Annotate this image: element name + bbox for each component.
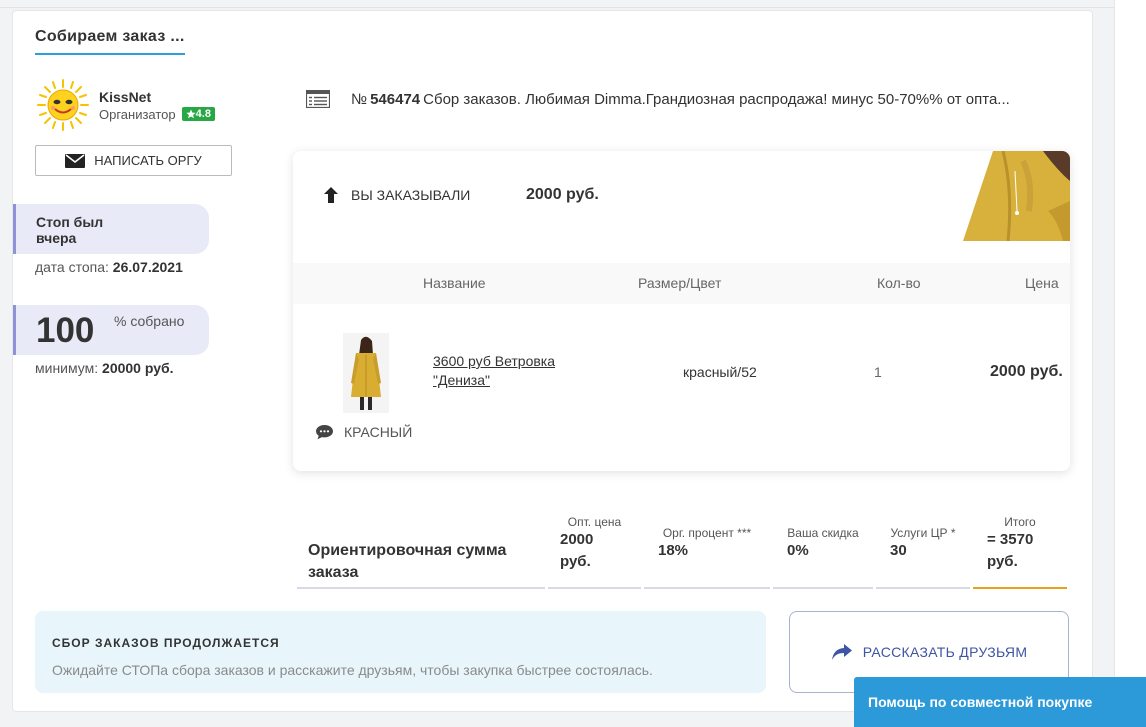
arrow-up-icon	[324, 187, 338, 203]
summary-services-col: Услуги ЦР * 30	[876, 512, 970, 589]
order-number-prefix: №	[351, 90, 368, 108]
org-percent-value: 18%	[658, 542, 689, 559]
minimum-label: минимум:	[35, 360, 99, 376]
progress-pill: 100 % собрано	[13, 305, 209, 355]
minimum-value: 20000 руб.	[102, 360, 174, 376]
order-number: 546474	[370, 90, 421, 108]
list-icon	[306, 90, 330, 108]
star-icon	[186, 109, 196, 119]
rating-badge: 4.8	[181, 107, 215, 121]
stop-date-value: 26.07.2021	[112, 259, 183, 275]
services-value: 30	[890, 542, 907, 559]
order-summary: Ориентировочная сумма заказа Опт. цена 2…	[297, 512, 1067, 589]
order-items-card: ВЫ ЗАКАЗЫВАЛИ 2000 руб. Название Размер/…	[293, 151, 1070, 471]
ordered-label: ВЫ ЗАКАЗЫВАЛИ	[351, 187, 471, 203]
organizer-name[interactable]: KissNet	[99, 89, 215, 105]
organizer-role: Организатор	[99, 106, 176, 122]
order-title-text: Сбор заказов. Любимая Dimma.Грандиозная …	[423, 90, 1010, 108]
product-photo-banner	[963, 151, 1070, 241]
order-title[interactable]: № 546474 Сбор заказов. Любимая Dimma.Гра…	[306, 90, 1076, 108]
collection-notice: СБОР ЗАКАЗОВ ПРОДОЛЖАЕТСЯ Ожидайте СТОПа…	[35, 611, 766, 693]
summary-label-col: Ориентировочная сумма заказа	[297, 512, 545, 589]
stop-date-label: дата стопа:	[35, 259, 109, 275]
organizer-block: KissNet Организатор 4.8	[35, 77, 215, 133]
col-size-header: Размер/Цвет	[638, 275, 722, 291]
ordered-sum: 2000 руб.	[526, 186, 599, 203]
right-sidebar	[1114, 0, 1146, 727]
jacket-thumbnail-icon	[343, 333, 389, 413]
item-comment-text: КРАСНЫЙ	[344, 424, 413, 440]
write-organizer-label: НАПИСАТЬ ОРГУ	[94, 153, 202, 168]
stop-status-pill: Стоп был вчера	[13, 204, 209, 254]
comment-icon	[316, 425, 333, 440]
opt-price-caption: Опт. цена	[567, 515, 622, 529]
col-price-header: Цена	[1025, 275, 1059, 291]
col-name-header: Название	[423, 275, 486, 291]
jacket-photo-icon	[963, 151, 1070, 241]
discount-value: 0%	[787, 542, 809, 559]
item-name-link[interactable]: 3600 руб Ветровка "Дениза"	[433, 352, 603, 390]
organizer-info: KissNet Организатор 4.8	[99, 89, 215, 122]
item-price: 2000 руб.	[990, 363, 1063, 380]
item-comment: КРАСНЫЙ	[315, 424, 412, 440]
progress-value: 100	[36, 311, 95, 350]
summary-discount-col: Ваша скидка 0%	[773, 512, 873, 589]
opt-price-value: 2000 руб.	[560, 531, 594, 570]
discount-caption: Ваша скидка	[787, 526, 859, 540]
notice-title: СБОР ЗАКАЗОВ ПРОДОЛЖАЕТСЯ	[52, 636, 280, 650]
summary-total-col: Итого = 3570 руб.	[973, 512, 1067, 589]
summary-org-col: Орг. процент *** 18%	[644, 512, 770, 589]
item-size: красный/52	[683, 364, 757, 380]
help-button[interactable]: Помощь по совместной покупке	[854, 677, 1146, 727]
ordered-toggle[interactable]: ВЫ ЗАКАЗЫВАЛИ	[321, 185, 470, 205]
stop-date: дата стопа: 26.07.2021	[35, 259, 183, 275]
section-heading: Собираем заказ ...	[35, 28, 185, 55]
envelope-icon	[65, 153, 86, 168]
item-thumbnail[interactable]	[343, 333, 389, 413]
total-value: = 3570 руб.	[987, 531, 1034, 570]
items-table-header: Название Размер/Цвет Кол-во Цена	[293, 263, 1070, 304]
sun-avatar-icon	[37, 79, 89, 131]
rating-value: 4.8	[195, 108, 211, 120]
organizer-role-row: Организатор 4.8	[99, 107, 215, 122]
top-divider	[0, 7, 1146, 8]
total-caption: Итого	[1004, 515, 1036, 529]
share-friends-label: РАССКАЗАТЬ ДРУЗЬЯМ	[862, 644, 1028, 660]
stop-status-text: Стоп был вчера	[36, 214, 104, 246]
col-qty-header: Кол-во	[877, 275, 921, 291]
summary-opt-col: Опт. цена 2000 руб.	[548, 512, 641, 589]
services-caption: Услуги ЦР *	[890, 526, 956, 540]
minimum-amount: минимум: 20000 руб.	[35, 360, 174, 376]
progress-unit: % собрано	[114, 313, 185, 329]
org-percent-caption: Орг. процент ***	[662, 526, 752, 540]
item-qty: 1	[874, 364, 882, 380]
write-organizer-button[interactable]: НАПИСАТЬ ОРГУ	[35, 145, 232, 176]
share-arrow-icon	[831, 644, 852, 660]
organizer-avatar[interactable]	[35, 77, 91, 133]
notice-text: Ожидайте СТОПа сбора заказов и расскажит…	[52, 662, 653, 678]
summary-label: Ориентировочная сумма заказа	[308, 542, 507, 581]
order-collection-card: Собираем заказ ... KissNet Организатор 4…	[12, 10, 1093, 712]
